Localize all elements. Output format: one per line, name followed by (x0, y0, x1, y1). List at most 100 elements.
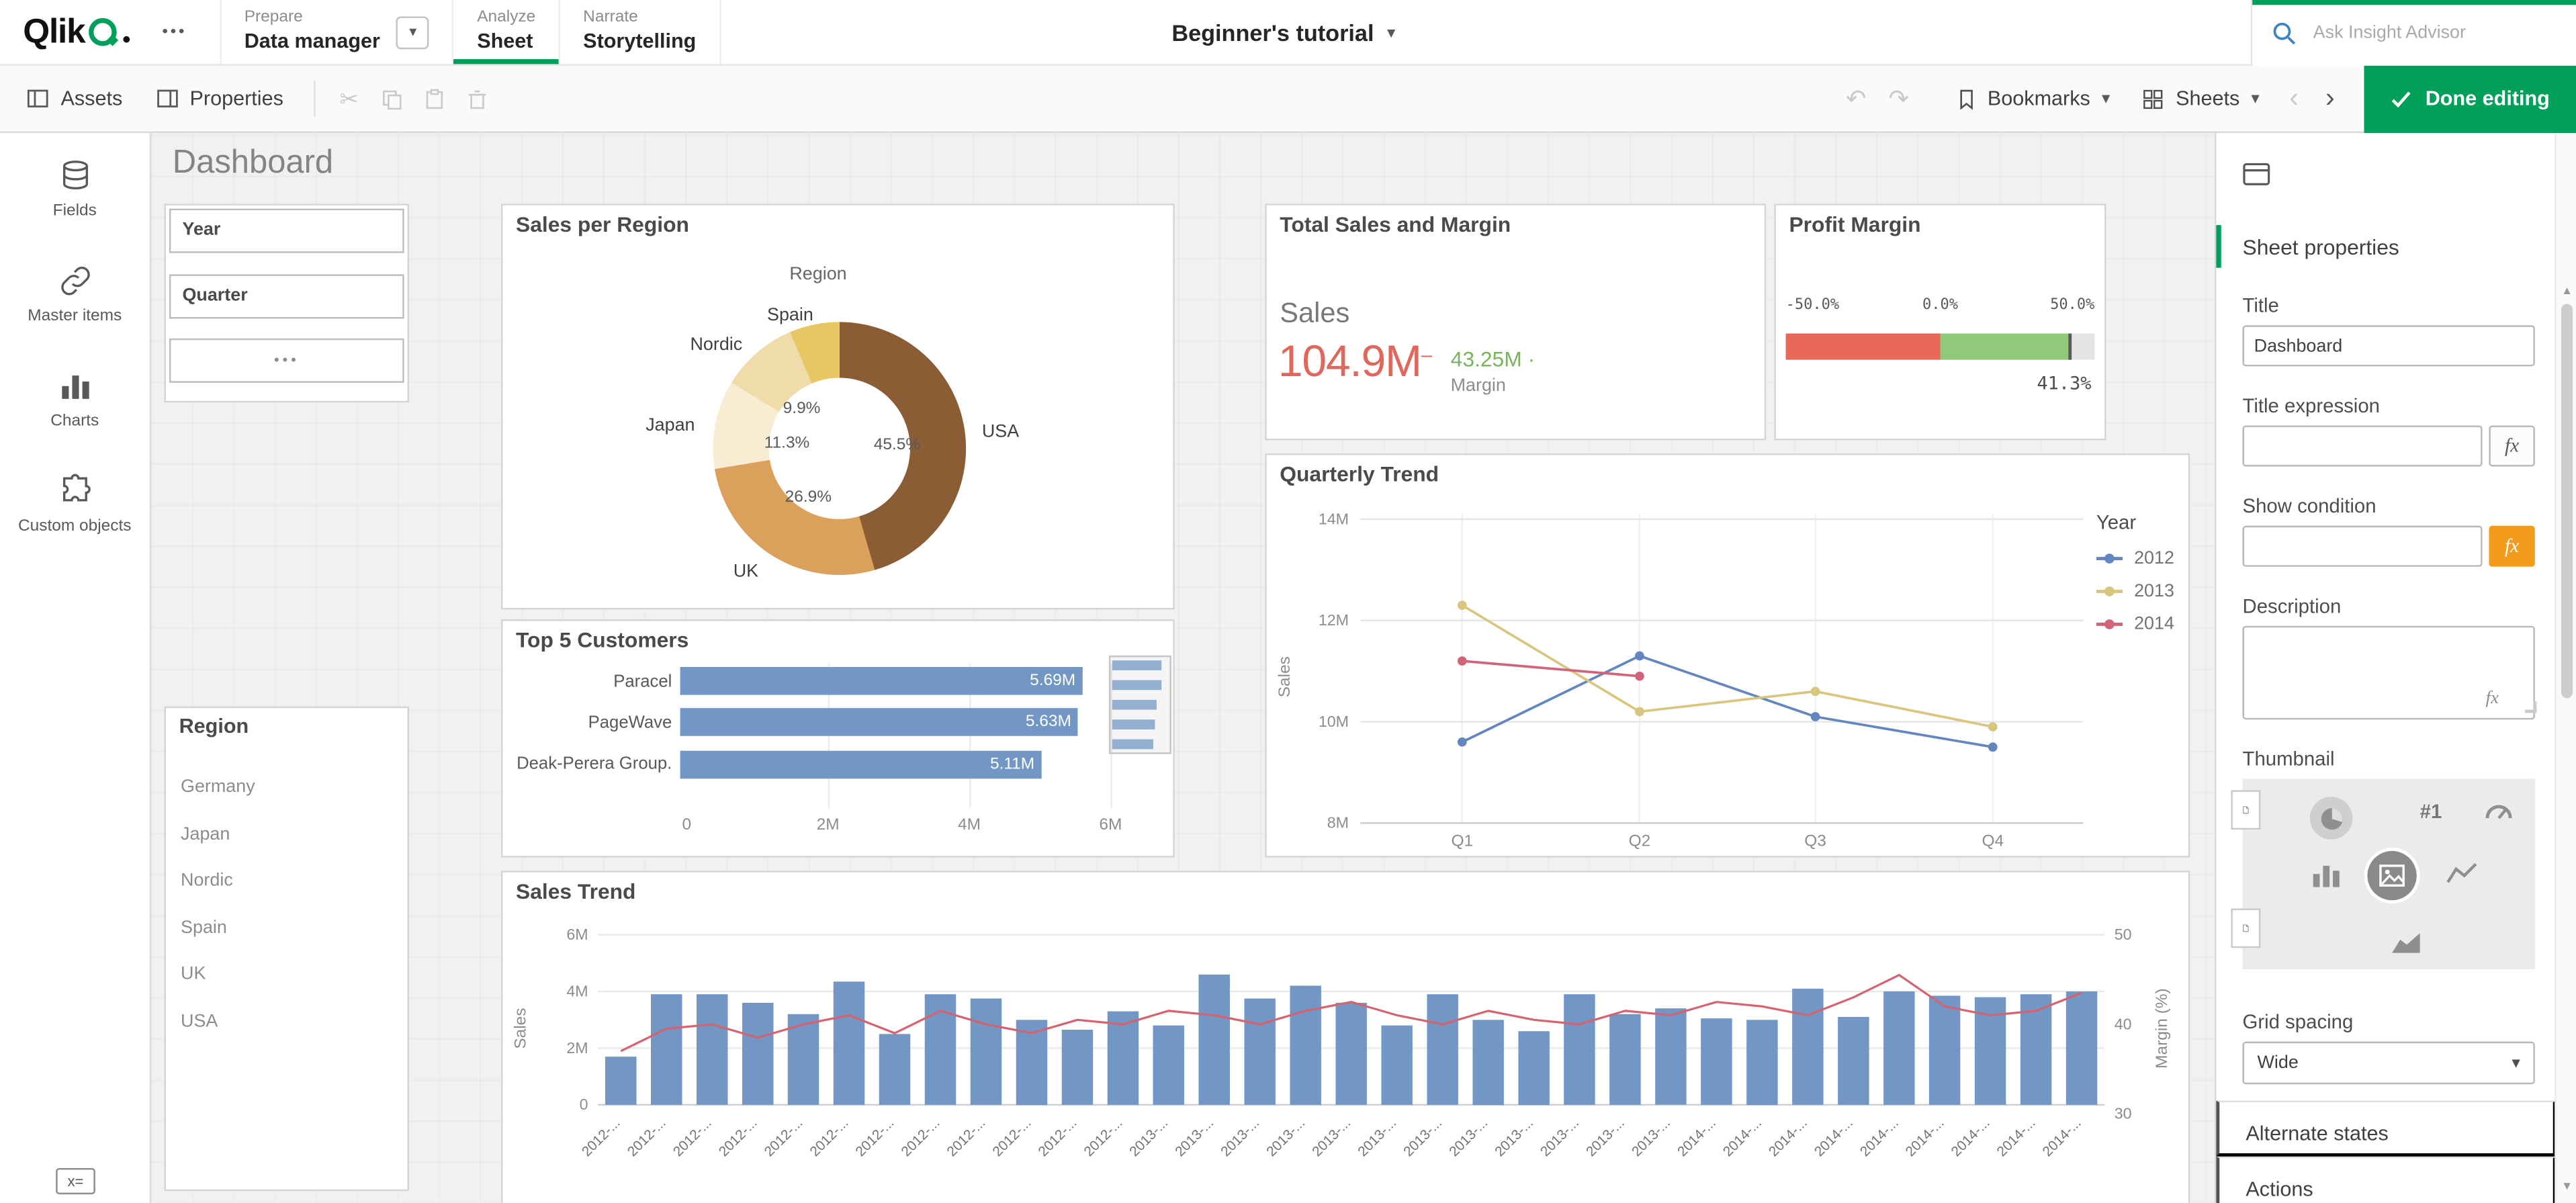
bar (1381, 1025, 1413, 1105)
total-sales-margin-kpi[interactable]: Total Sales and Margin Sales 104.9M– 43.… (1265, 204, 1767, 441)
thumbnail-gauge-icon[interactable] (2483, 797, 2516, 823)
donut-slice-percent: 11.3% (764, 434, 810, 453)
filter-year[interactable]: Year (169, 208, 404, 253)
thumbnail-page-next-button[interactable] (2231, 908, 2261, 948)
thumbnail-rank-icon[interactable]: #1 (2420, 800, 2442, 823)
legend-item-2012[interactable]: 2012 (2096, 549, 2174, 568)
filter-panel[interactable]: Year Quarter ••• (164, 204, 410, 403)
filter-list-item[interactable]: UK (181, 965, 206, 984)
bar-row[interactable]: Deak-Perera Group. 5.11M (502, 750, 1041, 778)
grid-spacing-select[interactable]: Wide ▾ (2242, 1041, 2535, 1085)
gauge-bar[interactable] (1785, 333, 2095, 360)
insight-advisor-search[interactable] (2250, 0, 2576, 66)
bar[interactable]: 5.63M (680, 708, 1078, 737)
delete-button[interactable] (456, 77, 499, 120)
prepare-dropdown-button[interactable]: ▾ (396, 15, 430, 49)
bar[interactable]: 5.69M (680, 666, 1082, 695)
sales-trend-svg[interactable]: 6M4M2M05040302012-... 2012-... 2012-... 201… (502, 873, 2191, 1203)
sheet-title-input[interactable] (2242, 325, 2535, 367)
tab-analyze[interactable]: Analyze Sheet (453, 0, 560, 64)
redo-button[interactable]: ↷ (1877, 77, 1920, 120)
bar[interactable]: 5.11M (680, 750, 1041, 778)
search-input[interactable] (2309, 21, 2540, 45)
tab-narrate[interactable]: Narrate Storytelling (560, 0, 721, 64)
thumbnail-linechart-icon[interactable] (2446, 861, 2477, 886)
global-more-menu-button[interactable]: ••• (156, 16, 193, 47)
chart-title: Sales per Region (515, 212, 689, 237)
sheets-dropdown[interactable]: Sheets ▾ (2127, 76, 2276, 122)
copy-button[interactable] (371, 77, 414, 120)
filter-list-item[interactable]: Japan (181, 824, 230, 844)
quarterly-trend-chart[interactable]: Quarterly Trend 14M 12M 10M 8M Q1 Q2 Q3 Q4 Sales… (1265, 453, 2190, 858)
thumbnail-page-prev-button[interactable] (2231, 790, 2261, 830)
next-sheet-button[interactable]: › (2312, 77, 2348, 120)
show-condition-fx-button[interactable]: fx (2489, 525, 2535, 567)
bookmarks-button-label: Bookmarks (1987, 87, 2090, 110)
thumbnail-areachart-icon[interactable] (2391, 930, 2422, 954)
sidebar-item-charts[interactable]: Charts (0, 350, 150, 449)
show-condition-input[interactable] (2242, 525, 2483, 567)
thumbnail-barchart-icon[interactable] (2311, 861, 2341, 887)
legend-item-2013[interactable]: 2013 (2096, 582, 2174, 601)
sidebar-item-fields[interactable]: Fields (0, 140, 150, 238)
paste-icon (426, 88, 443, 108)
bar (970, 998, 1002, 1105)
right-axis-tick-label: 40 (2115, 1015, 2132, 1032)
top-customers-chart[interactable]: Top 5 Customers Paracel 5.69M PageWave 5.63… (500, 619, 1175, 858)
undo-icon: ↶ (1845, 85, 1867, 114)
properties-panel: Sheet properties Title Title expression … (2214, 133, 2576, 1203)
assets-panel-toggle[interactable]: Assets (10, 76, 139, 122)
filter-list-item[interactable]: Germany (181, 777, 255, 797)
sidebar-item-custom-objects[interactable]: Custom objects (0, 455, 150, 553)
sidebar-item-master-items[interactable]: Master items (0, 244, 150, 343)
legend-item-2014[interactable]: 2014 (2096, 615, 2174, 634)
chart-title: Total Sales and Margin (1280, 212, 1511, 237)
sales-per-region-chart[interactable]: Sales per Region Region Spain Nordic Jap… (500, 204, 1175, 610)
tab-prepare[interactable]: Prepare Data manager ▾ (220, 0, 454, 64)
bar-row[interactable]: PageWave 5.63M (502, 708, 1078, 737)
legend-label: 2012 (2134, 548, 2174, 569)
scroll-up-arrow[interactable]: ▲ (2557, 281, 2576, 300)
region-filter-list[interactable]: Region Germany Japan Nordic Spain UK USA (164, 706, 410, 1192)
bookmarks-dropdown[interactable]: Bookmarks ▾ (1940, 76, 2127, 122)
filter-list-item[interactable]: USA (181, 1011, 218, 1030)
sheet-canvas[interactable]: Dashboard Year Quarter ••• Sales per Reg… (151, 133, 2215, 1203)
variables-button[interactable]: x= (56, 1167, 95, 1194)
top-customers-minimap[interactable] (1108, 655, 1171, 811)
filter-more-button[interactable]: ••• (169, 338, 404, 383)
done-editing-button[interactable]: Done editing (2364, 64, 2576, 132)
actions-section[interactable]: Actions (2216, 1156, 2557, 1203)
title-expression-input[interactable] (2242, 425, 2483, 467)
properties-panel-toggle[interactable]: Properties (139, 76, 300, 122)
data-point (1457, 737, 1467, 747)
donut-ring[interactable] (713, 322, 967, 576)
x-axis-tick-label: 2014-... (1994, 1115, 2039, 1159)
thumbnail-pie-icon[interactable] (2309, 797, 2353, 840)
scroll-down-arrow[interactable]: ▼ (2557, 1177, 2576, 1196)
thumbnail-image-icon-selected[interactable] (2367, 850, 2417, 901)
undo-button[interactable]: ↶ (1834, 77, 1877, 120)
title-expression-fx-button[interactable]: fx (2489, 425, 2535, 467)
description-fx-icon[interactable]: fx (2485, 688, 2498, 708)
cut-button[interactable]: ✂ (328, 77, 371, 120)
textarea-resize-handle[interactable] (2525, 701, 2537, 713)
alternate-states-section[interactable]: Alternate states (2216, 1100, 2557, 1157)
qlik-logo[interactable]: Qlik (0, 12, 130, 52)
filter-list-item[interactable]: Nordic (181, 871, 233, 890)
sidebar-item-label: Fields (52, 202, 97, 220)
previous-sheet-button[interactable]: ‹ (2276, 77, 2312, 120)
grid-spacing-label: Grid spacing (2242, 1010, 2354, 1034)
panel-scrollbar[interactable]: ▲ ▼ (2555, 133, 2576, 1203)
y-axis-title: Sales (512, 1008, 530, 1049)
bar-row[interactable]: Paracel 5.69M (502, 666, 1082, 695)
profit-margin-gauge[interactable]: Profit Margin -50.0% 0.0% 50.0% 41.3% (1774, 204, 2106, 441)
quarterly-trend-svg[interactable]: 14M 12M 10M 8M Q1 Q2 Q3 Q4 Sales (1267, 455, 2192, 859)
x-axis-tick-label: 2012-... (761, 1115, 805, 1159)
scrollbar-thumb[interactable] (2560, 304, 2572, 699)
filter-quarter[interactable]: Quarter (169, 274, 404, 319)
filter-list-item[interactable]: Spain (181, 918, 227, 937)
paste-button[interactable] (413, 77, 456, 120)
qlik-logo-dot-icon (122, 35, 130, 42)
sales-trend-chart[interactable]: Sales Trend 6M 4M 2M 0 50 40 30 2012-... 2012-..… (500, 871, 2191, 1203)
app-title-dropdown[interactable]: Beginner's tutorial ▾ (1171, 0, 1395, 66)
